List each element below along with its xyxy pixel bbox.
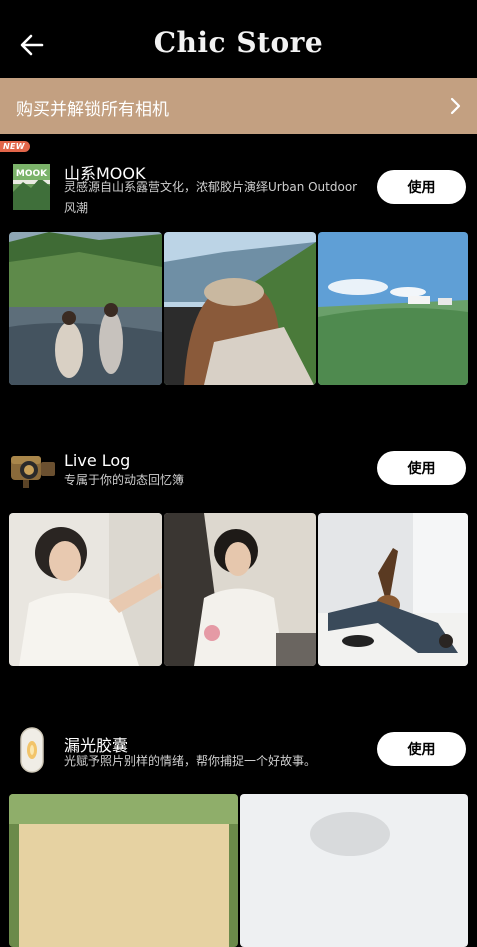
page-title: Chic Store [153,26,324,59]
camera-item-mook: MOOK NEW 山系MOOK 灵感源自山系露营文化，浓郁胶片演绎Urban O… [0,141,477,386]
svg-text:MOOK: MOOK [16,169,48,179]
sample-photo [318,513,468,666]
camera-description: 专属于你的动态回忆簿 [64,473,185,487]
sample-photo [240,794,468,947]
camera-description: 灵感源自山系露营文化，浓郁胶片演绎Urban Outdoor风潮 [64,180,358,215]
camera-item-light-capsule: 漏光胶囊 光赋予照片别样的情绪，帮你捕捉一个好故事。 使用 [0,722,477,947]
sample-photos [9,513,468,666]
sample-photo [9,232,162,385]
sample-photos [9,794,468,947]
sample-photo [164,513,316,666]
banner-label: 购买并解锁所有相机 [16,100,169,120]
sample-photos [9,232,468,385]
camera-item-live-log: Live Log 专属于你的动态回忆簿 使用 [0,440,477,670]
use-button-light-capsule[interactable]: 使用 [377,732,466,766]
camera-name: Live Log [64,451,131,470]
chevron-right-icon [449,97,461,115]
mook-camera-icon: MOOK [13,164,50,210]
sample-photo [164,232,316,385]
top-bar: Chic Store [0,0,477,78]
use-button-live-log[interactable]: 使用 [377,451,466,485]
sample-photo [9,513,162,666]
camera-description: 光赋予照片别样的情绪，帮你捕捉一个好故事。 [64,754,317,768]
unlock-all-banner[interactable]: 购买并解锁所有相机 [0,78,477,134]
use-button-mook[interactable]: 使用 [377,170,466,204]
video-camera-icon [9,450,57,490]
sample-photo [318,232,468,385]
new-badge: NEW [0,141,30,152]
light-capsule-icon [20,727,44,773]
sample-photo [9,794,238,947]
